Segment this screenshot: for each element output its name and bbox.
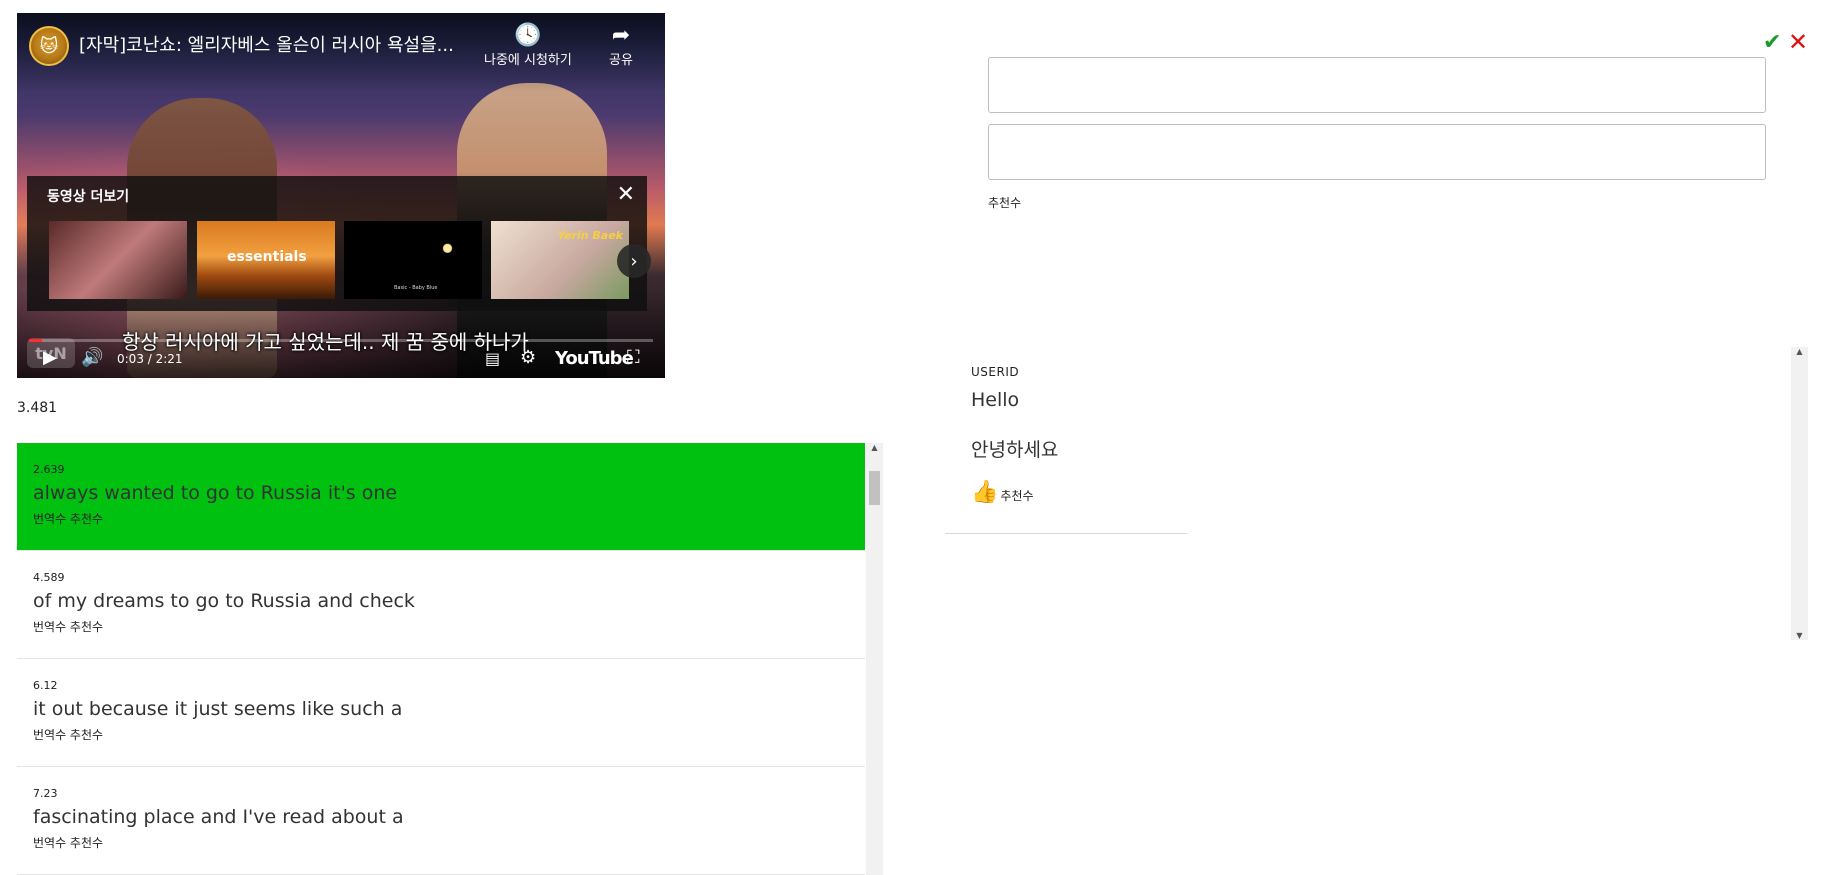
video-title[interactable]: [자막]코난쇼: 엘리자베스 올슨이 러시아 욕설을... (79, 31, 479, 57)
subtitle-timestamp: 7.23 (33, 787, 58, 800)
thumb-interview[interactable] (49, 221, 187, 299)
youtube-logo[interactable]: YouTube (555, 348, 634, 369)
subtitle-meta: 번역수 추천수 (33, 728, 104, 742)
fullscreen-icon[interactable]: ⛶ (627, 347, 640, 368)
more-videos-title: 동영상 더보기 (47, 189, 130, 205)
subtitle-row[interactable]: 6.12 it out because it just seems like su… (17, 659, 865, 767)
share-icon: ➦ (611, 23, 631, 48)
scrollbar-thumb[interactable] (869, 471, 880, 505)
translation-card: USERID Hello 안녕하세요 👍 추천수 (945, 347, 1187, 534)
share-label: 공유 (609, 53, 633, 68)
close-icon[interactable]: ✕ (1788, 28, 1808, 56)
time-display: 0:03 / 2:21 (117, 352, 183, 366)
checkmark-icon[interactable]: ✔ (1763, 30, 1781, 55)
thumb-essentials-label: essentials (227, 249, 307, 265)
original-text: Hello (971, 389, 1020, 411)
progress-bar[interactable] (29, 339, 653, 342)
watch-later-label: 나중에 시청하기 (484, 53, 572, 68)
subtitle-meta: 번역수 추천수 (33, 836, 104, 850)
thumb-yerin-label: Yerin Baek (557, 229, 623, 242)
translation-panel: USERID Hello 안녕하세요 👍 추천수 ▲ ▼ (945, 347, 1809, 640)
volume-icon[interactable]: 🔊 (81, 347, 103, 368)
play-icon[interactable]: ▶ (43, 347, 57, 368)
clock-icon: 🕓 (514, 23, 542, 48)
chevron-right-icon[interactable]: › (617, 244, 651, 278)
settings-gear-icon[interactable]: ⚙ (520, 347, 536, 368)
scroll-down-icon[interactable]: ▼ (1791, 631, 1808, 640)
scroll-up-icon[interactable]: ▲ (866, 443, 883, 452)
thumb-essentials[interactable]: essentials (197, 221, 335, 299)
subtitle-text: it out because it just seems like such a (33, 698, 403, 720)
like-label: 추천수 (1000, 489, 1034, 503)
translation-scrollbar[interactable]: ▲ ▼ (1791, 347, 1808, 640)
subtitle-original-input[interactable] (988, 57, 1766, 113)
subtitle-scrollbar[interactable]: ▲ (866, 443, 883, 875)
like-button[interactable]: 👍 추천수 (971, 482, 1034, 504)
subtitle-text: always wanted to go to Russia it's one (33, 482, 398, 504)
subtitle-text: of my dreams to go to Russia and check (33, 590, 415, 612)
close-icon[interactable]: ✕ (617, 182, 635, 207)
more-videos-panel: 동영상 더보기 ✕ essentials Basic - Baby Blue Y… (27, 176, 651, 311)
subtitle-meta: 번역수 추천수 (33, 620, 104, 634)
subtitles-icon[interactable]: ▤ (485, 349, 500, 368)
thumb-night-sky-label: Basic - Baby Blue (394, 285, 438, 291)
subtitle-timestamp: 2.639 (33, 463, 65, 476)
subtitle-timestamp: 4.589 (33, 571, 65, 584)
subtitle-text: fascinating place and I've read about a (33, 806, 404, 828)
current-time: 3.481 (17, 400, 58, 416)
thumb-yerin-baek[interactable]: Yerin Baek (491, 221, 629, 299)
subtitle-list: 2.639 always wanted to go to Russia it's … (17, 443, 883, 875)
watch-later-button[interactable]: 🕓 나중에 시청하기 (484, 23, 572, 68)
subtitle-row[interactable]: 4.589 of my dreams to go to Russia and ch… (17, 551, 865, 659)
translated-text: 안녕하세요 (971, 439, 1059, 461)
subtitle-timestamp: 6.12 (33, 679, 58, 692)
share-button[interactable]: ➦ 공유 (609, 23, 633, 68)
thumbs-up-icon[interactable]: 👍 (971, 482, 998, 504)
thumb-night-sky[interactable]: Basic - Baby Blue (344, 221, 482, 299)
subtitle-row[interactable]: 7.23 fascinating place and I've read abou… (17, 767, 865, 875)
recommend-label: 추천수 (988, 196, 1022, 210)
channel-avatar[interactable]: 🐱 (29, 26, 69, 66)
subtitle-meta: 번역수 추천수 (33, 512, 104, 526)
subtitle-translation-input[interactable] (988, 124, 1766, 180)
scroll-up-icon[interactable]: ▲ (1791, 347, 1808, 356)
subtitle-row[interactable]: 2.639 always wanted to go to Russia it's … (17, 443, 865, 551)
user-id: USERID (971, 365, 1020, 379)
video-player[interactable]: 🐱 [자막]코난쇼: 엘리자베스 올슨이 러시아 욕설을... 🕓 나중에 시청… (17, 13, 665, 378)
